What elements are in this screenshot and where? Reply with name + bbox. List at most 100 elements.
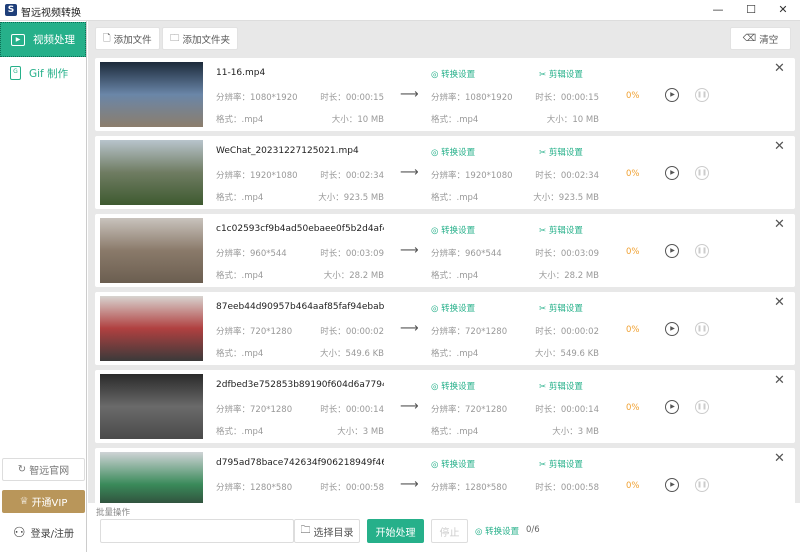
pause-icon[interactable]: ❚❚ xyxy=(695,478,709,492)
source-format: 格式：.mp4 xyxy=(216,271,264,281)
output-size: 大小：923.5 MB xyxy=(533,193,599,203)
folder-icon: 🗀 xyxy=(300,524,311,536)
play-icon[interactable]: ▶ xyxy=(665,322,679,336)
edit-settings-link[interactable]: ✂ 剪辑设置 xyxy=(539,224,583,236)
play-icon[interactable]: ▶ xyxy=(665,88,679,102)
source-resolution: 分辨率：720*1280 xyxy=(216,405,293,415)
play-icon[interactable]: ▶ xyxy=(665,400,679,414)
source-size: 大小：28.2 MB xyxy=(323,271,384,281)
sidebar-item-gif[interactable]: G Gif 制作 xyxy=(0,61,86,85)
output-format: 格式：.mp4 xyxy=(431,271,479,281)
batch-title: 批量操作 xyxy=(96,508,131,518)
edit-settings-link[interactable]: ✂ 剪辑设置 xyxy=(539,68,583,80)
pause-icon[interactable]: ❚❚ xyxy=(695,400,709,414)
clear-button[interactable]: ⌫ 清空 xyxy=(730,27,791,50)
output-resolution: 分辨率：720*1280 xyxy=(431,327,508,337)
output-size: 大小：10 MB xyxy=(546,115,599,125)
source-resolution: 分辨率：1080*1920 xyxy=(216,93,298,103)
source-duration: 时长：00:00:02 xyxy=(320,327,384,337)
video-icon: ▶ xyxy=(11,33,25,46)
convert-settings-link[interactable]: ◎ 转换设置 xyxy=(431,302,475,314)
file-name: 2dfbed3e752853b89190f604d6a77947.mp4 xyxy=(216,380,384,390)
edit-settings-link[interactable]: ✂ 剪辑设置 xyxy=(539,146,583,158)
output-size: 大小：549.6 KB xyxy=(535,349,599,359)
app-logo: S xyxy=(5,4,17,16)
maximize-button[interactable]: ☐ xyxy=(741,2,761,18)
remove-file-icon[interactable]: ✕ xyxy=(774,295,785,310)
output-format: 格式：.mp4 xyxy=(431,427,479,437)
file-row[interactable]: c1c02593cf9b4ad50ebaee0f5b2d4af4.mp4 分辨率… xyxy=(95,214,795,287)
output-duration: 时长：00:00:14 xyxy=(535,405,599,415)
remove-file-icon[interactable]: ✕ xyxy=(774,139,785,154)
official-site-button[interactable]: ↻ 智远官网 xyxy=(2,458,85,481)
source-duration: 时长：00:03:09 xyxy=(320,249,384,259)
sidebar-item-video[interactable]: ▶ 视频处理 xyxy=(0,22,86,57)
add-folder-button[interactable]: 🗀 添加文件夹 xyxy=(162,27,239,50)
official-site-label: 智远官网 xyxy=(29,466,70,477)
processed-count: 0/6 xyxy=(526,525,540,535)
edit-settings-link[interactable]: ✂ 剪辑设置 xyxy=(539,302,583,314)
progress-percent: 0% xyxy=(626,325,640,335)
remove-file-icon[interactable]: ✕ xyxy=(774,373,785,388)
convert-settings-link[interactable]: ◎ 转换设置 xyxy=(431,224,475,236)
source-resolution: 分辨率：960*544 xyxy=(216,249,287,259)
play-icon[interactable]: ▶ xyxy=(665,244,679,258)
remove-file-icon[interactable]: ✕ xyxy=(774,451,785,466)
file-row[interactable]: 87eeb44d90957b464aaf85faf94ebabc.mp4 分辨率… xyxy=(95,292,795,365)
remove-file-icon[interactable]: ✕ xyxy=(774,217,785,232)
convert-settings-link[interactable]: ◎ 转换设置 xyxy=(431,458,475,470)
file-name: 11-16.mp4 xyxy=(216,68,266,78)
file-name: c1c02593cf9b4ad50ebaee0f5b2d4af4.mp4 xyxy=(216,224,384,234)
output-duration: 时长：00:00:15 xyxy=(535,93,599,103)
start-button[interactable]: 开始处理 xyxy=(367,519,424,543)
close-window-button[interactable]: ✕ xyxy=(773,2,793,18)
edit-settings-link[interactable]: ✂ 剪辑设置 xyxy=(539,458,583,470)
output-dir-input[interactable] xyxy=(100,519,294,543)
file-name: d795ad78bace742634f906218949f46e.mp4 xyxy=(216,458,384,468)
play-icon[interactable]: ▶ xyxy=(665,478,679,492)
progress-percent: 0% xyxy=(626,91,640,101)
output-size: 大小：28.2 MB xyxy=(538,271,599,281)
stop-button[interactable]: 停止 xyxy=(431,519,468,543)
output-duration: 时长：00:00:02 xyxy=(535,327,599,337)
title-bar: S 智远视频转换 — ☐ ✕ xyxy=(0,0,800,21)
sidebar: ▶ 视频处理 G Gif 制作 ↻ 智远官网 ♕ 开通VIP ⚇ 登录/注册 xyxy=(0,21,87,552)
minimize-button[interactable]: — xyxy=(708,2,728,18)
choose-dir-button[interactable]: 🗀 选择目录 xyxy=(294,519,360,543)
convert-settings-link[interactable]: ◎ 转换设置 xyxy=(431,380,475,392)
pause-icon[interactable]: ❚❚ xyxy=(695,322,709,336)
output-resolution: 分辨率：960*544 xyxy=(431,249,502,259)
source-duration: 时长：00:00:15 xyxy=(320,93,384,103)
add-file-button[interactable]: 🗋 添加文件 xyxy=(95,27,160,50)
progress-percent: 0% xyxy=(626,481,640,491)
vip-button[interactable]: ♕ 开通VIP xyxy=(2,490,85,513)
source-duration: 时长：00:00:58 xyxy=(320,483,384,493)
output-format: 格式：.mp4 xyxy=(431,115,479,125)
convert-settings-link[interactable]: ◎ 转换设置 xyxy=(431,146,475,158)
file-row[interactable]: 11-16.mp4 分辨率：1080*1920 时长：00:00:15 格式：.… xyxy=(95,58,795,131)
arrow-right-icon: ⟶ xyxy=(400,87,419,102)
login-button[interactable]: ⚇ 登录/注册 xyxy=(2,521,85,544)
pause-icon[interactable]: ❚❚ xyxy=(695,88,709,102)
convert-settings-link[interactable]: ◎ 转换设置 xyxy=(431,68,475,80)
remove-file-icon[interactable]: ✕ xyxy=(774,61,785,76)
source-duration: 时长：00:00:14 xyxy=(320,405,384,415)
file-row[interactable]: 2dfbed3e752853b89190f604d6a77947.mp4 分辨率… xyxy=(95,370,795,443)
progress-percent: 0% xyxy=(626,169,640,179)
add-file-label: 添加文件 xyxy=(113,34,152,46)
choose-dir-label: 选择目录 xyxy=(313,527,354,539)
play-icon[interactable]: ▶ xyxy=(665,166,679,180)
user-icon: ⚇ xyxy=(13,524,26,541)
source-format: 格式：.mp4 xyxy=(216,427,264,437)
arrow-right-icon: ⟶ xyxy=(400,165,419,180)
edit-settings-link[interactable]: ✂ 剪辑设置 xyxy=(539,380,583,392)
batch-convert-settings-link[interactable]: ◎ 转换设置 xyxy=(475,525,519,537)
source-format: 格式：.mp4 xyxy=(216,193,264,203)
output-duration: 时长：00:02:34 xyxy=(535,171,599,181)
pause-icon[interactable]: ❚❚ xyxy=(695,244,709,258)
file-row[interactable]: WeChat_20231227125021.mp4 分辨率：1920*1080 … xyxy=(95,136,795,209)
output-resolution: 分辨率：1920*1080 xyxy=(431,171,513,181)
pause-icon[interactable]: ❚❚ xyxy=(695,166,709,180)
output-resolution: 分辨率：1280*580 xyxy=(431,483,508,493)
file-icon: 🗋 xyxy=(103,32,111,44)
